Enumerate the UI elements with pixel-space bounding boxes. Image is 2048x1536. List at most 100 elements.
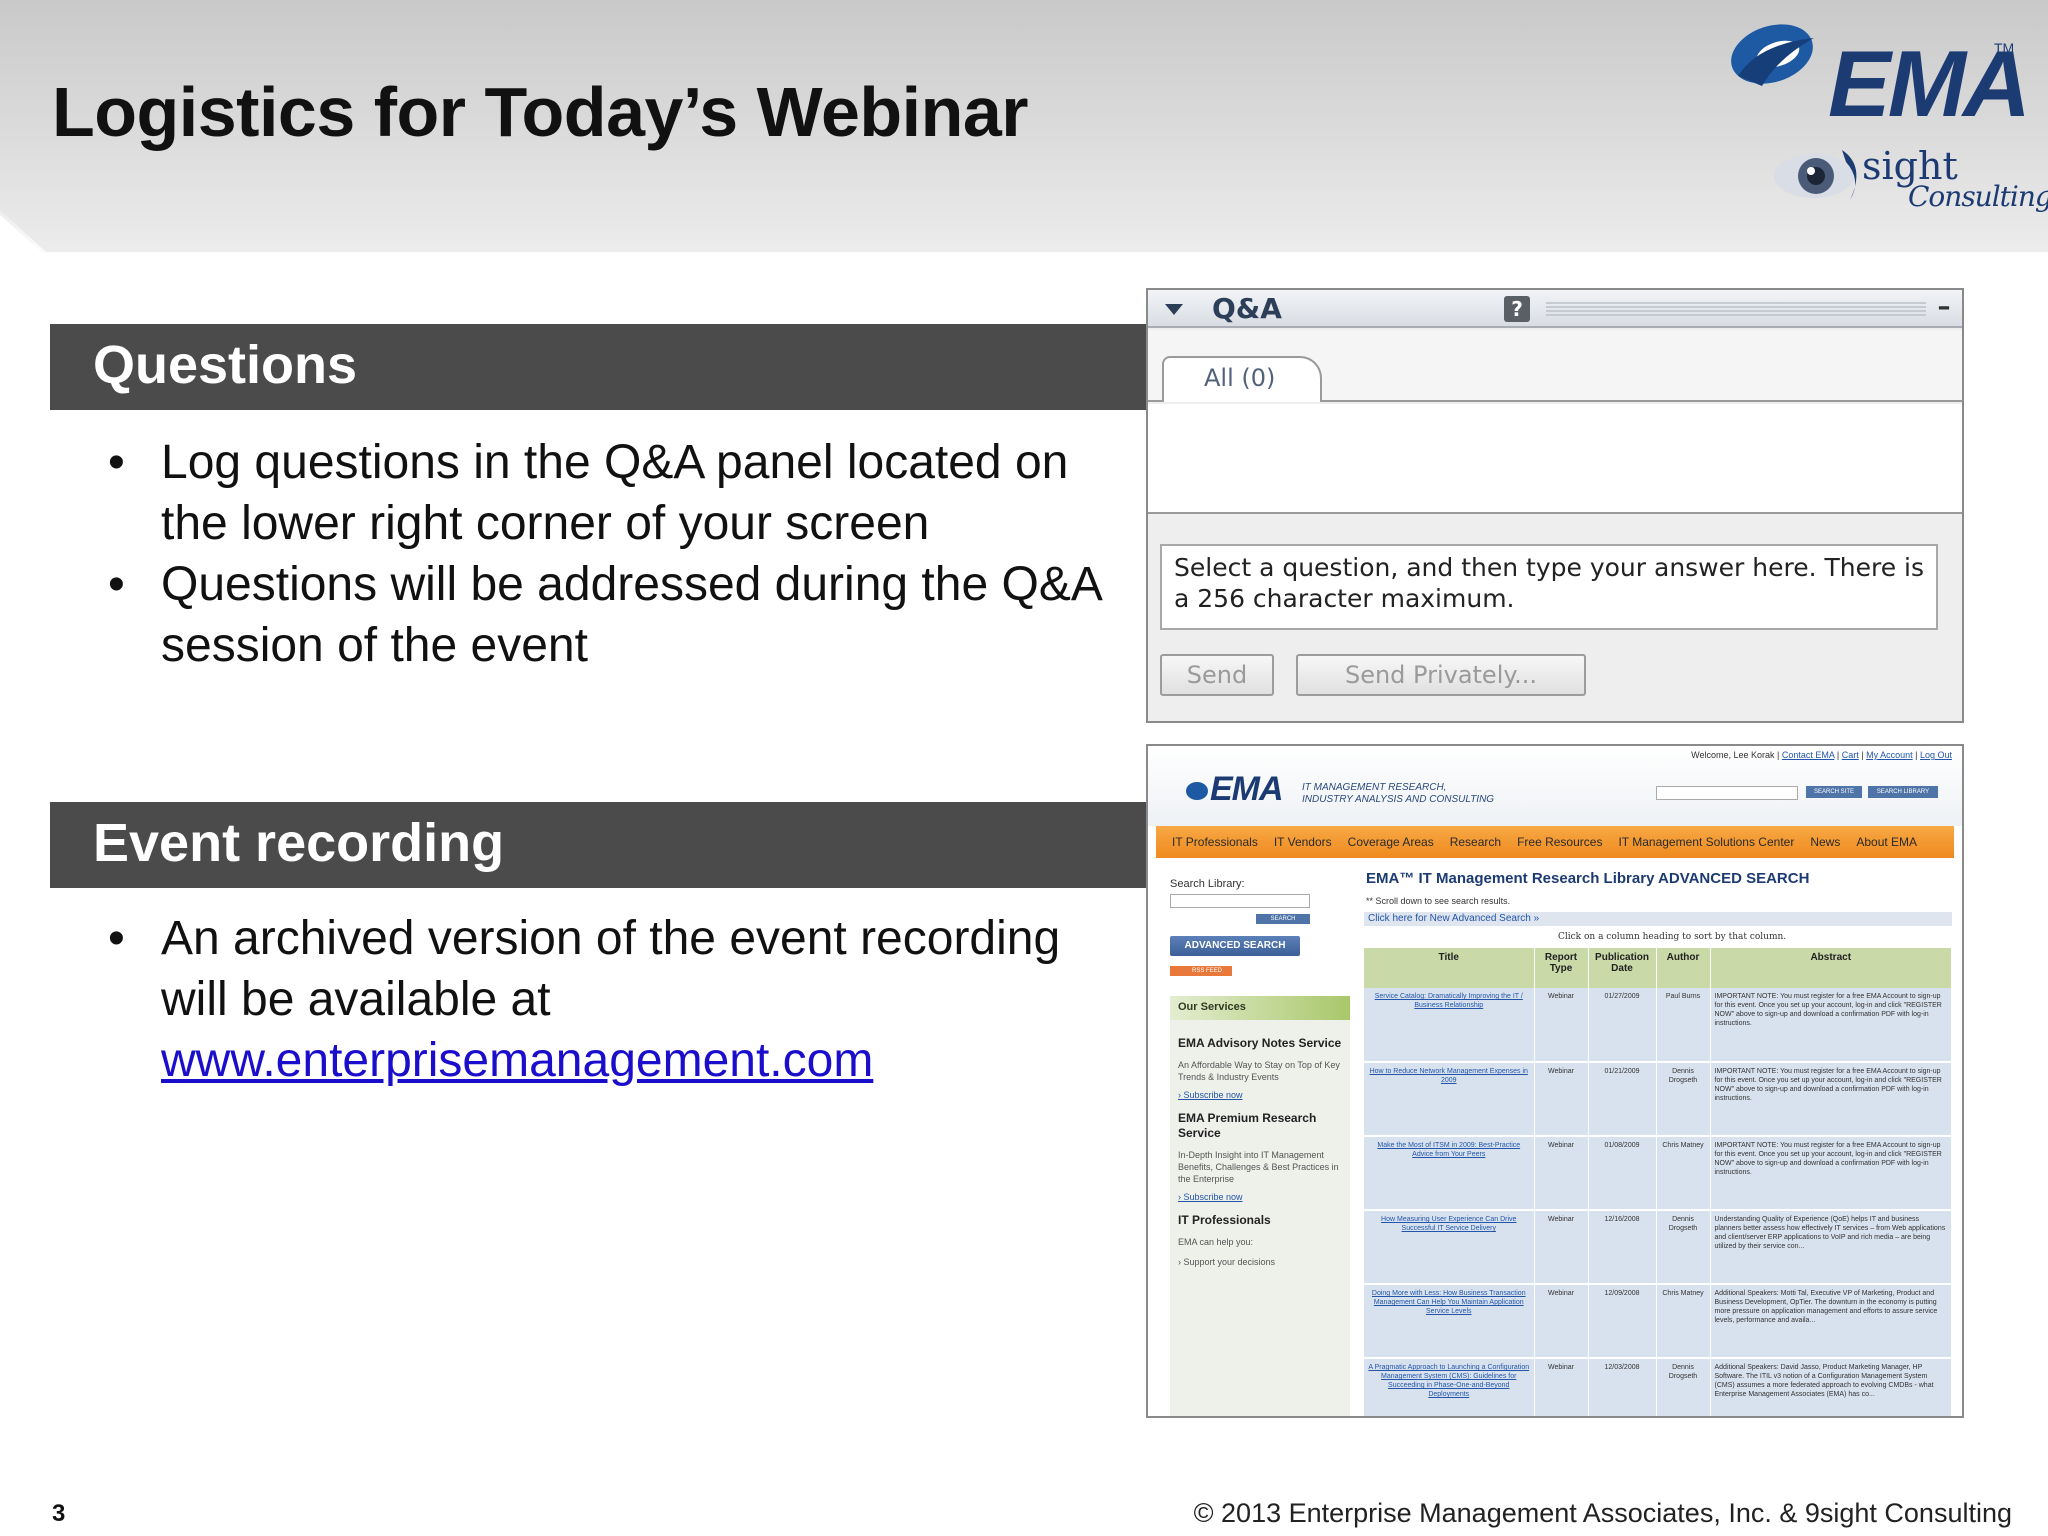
ema-tm: TM <box>1994 40 2015 56</box>
search-site-button[interactable]: SEARCH SITE <box>1806 786 1862 798</box>
advanced-search-button[interactable]: ADVANCED SEARCH <box>1170 936 1300 956</box>
service-title: IT Professionals <box>1178 1213 1271 1227</box>
service-title: EMA Advisory Notes Service <box>1178 1036 1342 1050</box>
result-date: 12/03/2008 <box>1588 1358 1657 1416</box>
column-header-author[interactable]: Author <box>1656 948 1711 988</box>
nav-item[interactable]: Research <box>1450 835 1501 849</box>
minimize-icon[interactable]: – <box>1932 294 1956 320</box>
drag-grip[interactable] <box>1546 302 1926 316</box>
enterprisemanagement-link[interactable]: www.enterprisemanagement.com <box>161 1034 873 1087</box>
qa-panel-title: Q&A <box>1212 292 1282 325</box>
result-abstract: Understanding Quality of Experience (QoE… <box>1710 1210 1952 1285</box>
result-date: 01/08/2009 <box>1588 1136 1657 1211</box>
qa-question-list[interactable] <box>1148 404 1962 514</box>
nav-item[interactable]: IT Professionals <box>1172 835 1258 849</box>
site-nav: IT Professionals IT Vendors Coverage Are… <box>1156 826 1954 858</box>
nav-item[interactable]: About EMA <box>1856 835 1917 849</box>
qa-tabstrip: All (0) <box>1148 330 1962 402</box>
send-button[interactable]: Send <box>1160 654 1274 696</box>
ema-swoosh-icon <box>1186 782 1208 800</box>
tab-all[interactable]: All (0) <box>1162 356 1322 402</box>
ema-swoosh-icon <box>1731 24 1814 86</box>
library-search-button[interactable]: SEARCH <box>1256 914 1310 924</box>
site-welcome: Welcome, Lee Korak | Contact EMA | Cart … <box>1691 750 1952 760</box>
ema-logo: EMA TM <box>1718 14 2031 136</box>
result-title-link[interactable]: A Pragmatic Approach to Launching a Conf… <box>1364 1358 1535 1416</box>
result-type: Webinar <box>1534 1358 1589 1416</box>
services-list: EMA Advisory Notes Service An Affordable… <box>1170 1020 1350 1416</box>
list-item: An archived version of the event recordi… <box>108 908 1108 1091</box>
service-item: › Support your decisions <box>1178 1257 1276 1267</box>
help-icon[interactable]: ? <box>1504 296 1530 322</box>
site-logo[interactable]: EMA <box>1186 770 1284 809</box>
search-library-button[interactable]: SEARCH LIBRARY <box>1868 786 1938 798</box>
9sight-logo: sight Consulting <box>1770 140 2048 220</box>
result-abstract: IMPORTANT NOTE: You must register for a … <box>1710 1062 1952 1137</box>
table-row: How Measuring User Experience Can Drive … <box>1364 1210 1952 1285</box>
nav-item[interactable]: News <box>1810 835 1840 849</box>
new-search-link[interactable]: Click here for New Advanced Search » <box>1364 912 1952 926</box>
result-title-link[interactable]: Service Catalog: Dramatically Improving … <box>1364 988 1535 1063</box>
result-date: 01/21/2009 <box>1588 1062 1657 1137</box>
result-title-link[interactable]: How to Reduce Network Management Expense… <box>1364 1062 1535 1137</box>
table-row: Make the Most of ITSM in 2009: Best-Prac… <box>1364 1136 1952 1211</box>
slide-title: Logistics for Today’s Webinar <box>52 73 1029 151</box>
nav-item[interactable]: Coverage Areas <box>1348 835 1434 849</box>
cart-link[interactable]: Cart <box>1842 750 1859 760</box>
questions-heading: Questions <box>93 335 358 395</box>
result-abstract: IMPORTANT NOTE: You must register for a … <box>1710 988 1952 1063</box>
result-type: Webinar <box>1534 1284 1589 1359</box>
questions-heading-bar: Questions <box>50 324 1148 410</box>
table-row: Service Catalog: Dramatically Improving … <box>1364 988 1952 1063</box>
service-desc: EMA can help you: <box>1178 1237 1254 1247</box>
column-header-title[interactable]: Title <box>1364 948 1535 988</box>
result-author: Dennis Drogseth <box>1656 1210 1711 1285</box>
column-header-abstract[interactable]: Abstract <box>1710 948 1952 988</box>
tab-all-label: All (0) <box>1204 364 1276 392</box>
results-table: Title Report Type Publication Date Autho… <box>1364 948 1952 1416</box>
service-desc: In-Depth Insight into IT Management Bene… <box>1178 1150 1339 1184</box>
recording-bullets: An archived version of the event recordi… <box>108 908 1108 1091</box>
nav-item[interactable]: IT Vendors <box>1274 835 1332 849</box>
answer-textarea[interactable]: Select a question, and then type your an… <box>1160 544 1938 630</box>
result-title-link[interactable]: Doing More with Less: How Business Trans… <box>1364 1284 1535 1359</box>
column-header-report-type[interactable]: Report Type <box>1534 948 1589 988</box>
subscribe-link[interactable]: › Subscribe now <box>1178 1089 1342 1101</box>
collapse-arrow-icon[interactable] <box>1162 298 1186 320</box>
send-privately-button[interactable]: Send Privately... <box>1296 654 1586 696</box>
subscribe-link[interactable]: › Subscribe now <box>1178 1191 1342 1203</box>
result-abstract: Additional Speakers: David Jasso, Produc… <box>1710 1358 1952 1416</box>
site-search-input[interactable] <box>1656 786 1798 800</box>
contact-ema-link[interactable]: Contact EMA <box>1782 750 1835 760</box>
table-row: A Pragmatic Approach to Launching a Conf… <box>1364 1358 1952 1416</box>
log-out-link[interactable]: Log Out <box>1920 750 1952 760</box>
nav-item[interactable]: IT Management Solutions Center <box>1618 835 1794 849</box>
result-title-link[interactable]: Make the Most of ITSM in 2009: Best-Prac… <box>1364 1136 1535 1211</box>
page-number: 3 <box>52 1500 66 1527</box>
service-title: EMA Premium Research Service <box>1178 1111 1317 1140</box>
my-account-link[interactable]: My Account <box>1866 750 1913 760</box>
event-recording-heading: Event recording <box>93 813 505 873</box>
event-recording-heading-bar: Event recording <box>50 802 1148 888</box>
site-header: Welcome, Lee Korak | Contact EMA | Cart … <box>1148 746 1962 826</box>
result-author: Dennis Drogseth <box>1656 1062 1711 1137</box>
result-type: Webinar <box>1534 988 1589 1063</box>
list-item: Log questions in the Q&A panel located o… <box>108 432 1108 554</box>
search-library-label: Search Library: <box>1170 878 1245 890</box>
site-tagline: IT MANAGEMENT RESEARCH, INDUSTRY ANALYSI… <box>1302 782 1495 805</box>
service-desc: An Affordable Way to Stay on Top of Key … <box>1178 1060 1340 1082</box>
recording-text: An archived version of the event recordi… <box>161 912 1061 1026</box>
column-header-date[interactable]: Publication Date <box>1588 948 1657 988</box>
nav-item[interactable]: Free Resources <box>1517 835 1602 849</box>
qa-titlebar: Q&A ? – <box>1148 290 1962 328</box>
scroll-note: ** Scroll down to see search results. <box>1366 896 1511 906</box>
result-author: Dennis Drogseth <box>1656 1358 1711 1416</box>
library-search-input[interactable] <box>1170 894 1310 908</box>
result-type: Webinar <box>1534 1210 1589 1285</box>
result-author: Chris Matney <box>1656 1136 1711 1211</box>
qa-panel: Q&A ? – All (0) Select a question, and t… <box>1146 288 1964 723</box>
rss-feed-icon[interactable]: RSS FEED <box>1170 966 1232 976</box>
our-services-heading: Our Services <box>1170 996 1350 1020</box>
sort-hint: Click on a column heading to sort by tha… <box>1558 932 1787 942</box>
result-title-link[interactable]: How Measuring User Experience Can Drive … <box>1364 1210 1535 1285</box>
